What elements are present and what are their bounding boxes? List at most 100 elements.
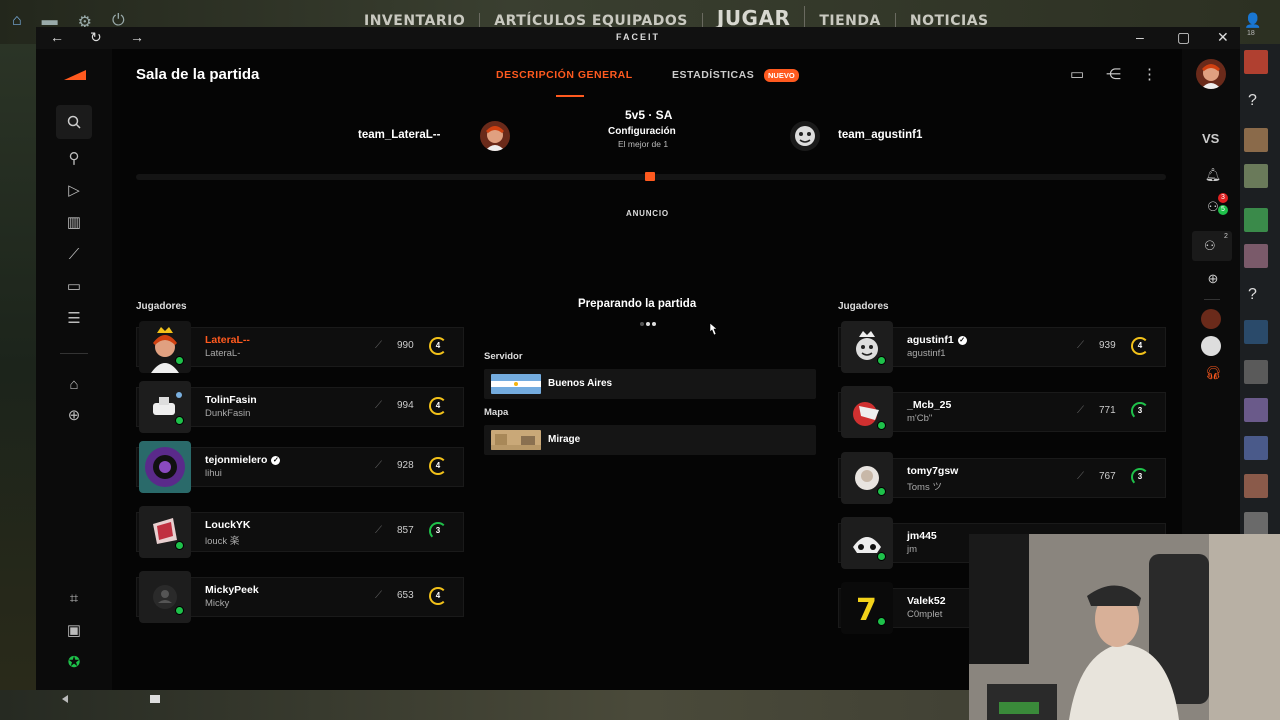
maximize-icon[interactable]: ▢ bbox=[1177, 29, 1190, 46]
headset-icon[interactable]: 🎧︎ bbox=[1204, 365, 1222, 381]
party-count-badge: 3 bbox=[1218, 193, 1228, 203]
faceit-logo-icon[interactable] bbox=[64, 69, 86, 81]
player-row[interactable]: _Mcb_25 m'Cb" ⟋ 771 3 bbox=[838, 386, 1166, 438]
player-row[interactable]: TolinFasin DunkFasin ⟋ 994 4 bbox=[136, 381, 464, 433]
player-row[interactable]: agustinf1 ✓ agustinf1 ⟋ 939 4 bbox=[838, 321, 1166, 373]
friend-avatar[interactable] bbox=[1244, 474, 1268, 498]
svg-text:7: 7 bbox=[856, 593, 877, 628]
player-avatar bbox=[841, 321, 893, 373]
friends-count: 2 bbox=[1224, 233, 1228, 240]
play-icon[interactable]: ▷ bbox=[64, 181, 84, 201]
team2-avatar[interactable] bbox=[790, 121, 820, 151]
vs-button[interactable]: VS bbox=[1202, 131, 1219, 146]
close-icon[interactable]: ✕ bbox=[1217, 29, 1229, 46]
user-avatar[interactable] bbox=[1196, 59, 1226, 89]
player-avatar bbox=[139, 381, 191, 433]
player-nickname: LouckYK bbox=[205, 519, 251, 531]
active-tab-indicator bbox=[556, 95, 584, 97]
back-arrow-icon[interactable]: ← bbox=[50, 29, 64, 45]
leaderboard-icon[interactable]: ▥ bbox=[64, 213, 84, 233]
skill-level-badge: 3 bbox=[1131, 402, 1149, 420]
online-status-dot bbox=[877, 617, 886, 626]
team1-avatar[interactable] bbox=[480, 121, 510, 151]
player-avatar bbox=[841, 517, 893, 569]
unknown-friend-icon[interactable]: ? bbox=[1248, 92, 1257, 110]
tab-statistics[interactable]: ESTADÍSTICAS bbox=[672, 69, 754, 81]
unknown-friend-icon[interactable]: ? bbox=[1248, 286, 1257, 304]
friend-avatar[interactable] bbox=[1244, 512, 1268, 536]
online-status-dot bbox=[175, 606, 184, 615]
player-row[interactable]: tomy7gsw Toms ツ ⟋ 767 3 bbox=[838, 452, 1166, 504]
match-format: 5v5 · SA bbox=[625, 108, 673, 122]
player-elo: 994 bbox=[397, 400, 414, 411]
clubs-icon[interactable]: ⌂ bbox=[64, 375, 84, 395]
premium-icon[interactable]: ✪ bbox=[64, 653, 84, 673]
find-players-icon[interactable]: ⚲ bbox=[64, 149, 84, 169]
player-row[interactable]: LateraL-- LateraL- ⟋ 990 4 bbox=[136, 321, 464, 373]
player-nickname: tomy7gsw bbox=[907, 465, 959, 477]
player-elo: 928 bbox=[397, 460, 414, 471]
store-icon[interactable]: ▣ bbox=[64, 621, 84, 641]
faceit-sidebar: ⚲ ▷ ▥ ⟋ ▭ ☰ ⌂ ⊕ ⌗ ▣ ✪ bbox=[36, 49, 112, 690]
skill-level-badge: 4 bbox=[429, 457, 447, 475]
elo-trend-icon: ⟋ bbox=[1077, 405, 1084, 416]
friend-avatar[interactable] bbox=[1244, 320, 1268, 344]
horizontal-scrollbar[interactable] bbox=[60, 694, 170, 704]
home-icon[interactable]: ⌂ bbox=[12, 12, 22, 32]
minimize-icon[interactable]: – bbox=[1136, 29, 1144, 45]
steam-friends-icon[interactable]: 👤 bbox=[1244, 12, 1261, 29]
friend-avatar[interactable] bbox=[1244, 208, 1268, 232]
tab-overview[interactable]: DESCRIPCIÓN GENERAL bbox=[496, 69, 633, 81]
server-label: Servidor bbox=[484, 351, 523, 362]
skill-level-badge: 4 bbox=[1131, 337, 1149, 355]
elo-trend-icon: ⟋ bbox=[375, 460, 382, 471]
new-badge: NUEVO bbox=[764, 69, 799, 82]
friend-avatar[interactable] bbox=[1244, 436, 1268, 460]
friend-avatar[interactable] bbox=[1244, 164, 1268, 188]
player-avatar bbox=[139, 506, 191, 558]
player-nickname: Valek52 bbox=[907, 595, 946, 607]
friend-avatar[interactable] bbox=[1244, 244, 1268, 268]
player-avatar bbox=[139, 571, 191, 623]
skill-level-badge: 4 bbox=[429, 397, 447, 415]
skill-level-badge: 4 bbox=[429, 337, 447, 355]
friends-icon: ⚇ bbox=[1204, 238, 1216, 253]
reload-icon[interactable]: ↻ bbox=[90, 29, 102, 46]
player-nickname: TolinFasin bbox=[205, 394, 257, 406]
forward-arrow-icon[interactable]: → bbox=[130, 29, 144, 45]
notifications-bell-icon[interactable]: 🔔︎ bbox=[1204, 167, 1222, 183]
party-member-avatar[interactable] bbox=[1201, 309, 1221, 329]
skill-level-badge: 3 bbox=[1131, 468, 1149, 486]
online-status-dot bbox=[877, 421, 886, 430]
match-progress-marker bbox=[645, 172, 655, 181]
video-icon[interactable]: ▭ bbox=[64, 277, 84, 297]
friends-button[interactable]: ⚇ 2 bbox=[1192, 231, 1232, 261]
screenshot-icon[interactable]: ⌗ bbox=[64, 589, 84, 609]
team2-name[interactable]: team_agustinf1 bbox=[838, 129, 922, 141]
player-row[interactable]: LouckYK louck 楽 ⟋ 857 3 bbox=[136, 506, 464, 558]
stats-icon[interactable]: ⟋ bbox=[64, 245, 84, 265]
friend-avatar[interactable] bbox=[1244, 398, 1268, 422]
elo-trend-icon: ⟋ bbox=[375, 590, 382, 601]
friend-avatar[interactable] bbox=[1244, 128, 1268, 152]
player-elo: 990 bbox=[397, 340, 414, 351]
online-status-dot bbox=[877, 356, 886, 365]
list-icon[interactable]: ☰ bbox=[64, 309, 84, 329]
player-row[interactable]: tejonmielero ✓ lihui ⟋ 928 4 bbox=[136, 441, 464, 493]
share-icon[interactable]: ⋲ bbox=[1106, 65, 1121, 83]
more-options-icon[interactable]: ⋮ bbox=[1142, 65, 1157, 83]
chat-icon[interactable]: ▭ bbox=[1070, 65, 1084, 83]
player-nickname: MickyPeek bbox=[205, 584, 259, 596]
friend-avatar[interactable] bbox=[1244, 50, 1268, 74]
player-row[interactable]: MickyPeek Micky ⟋ 653 4 bbox=[136, 571, 464, 623]
friend-avatar[interactable] bbox=[1244, 360, 1268, 384]
player-elo: 771 bbox=[1099, 405, 1116, 416]
add-icon[interactable]: ⊕ bbox=[64, 406, 84, 426]
player-name: agustinf1 bbox=[907, 348, 946, 359]
search-button[interactable] bbox=[56, 105, 92, 139]
add-friend-icon[interactable]: ⊕ bbox=[1204, 271, 1222, 287]
player-name: C0mplet bbox=[907, 609, 943, 620]
team1-name[interactable]: team_LateraL-- bbox=[358, 129, 440, 141]
party-member-avatar[interactable] bbox=[1201, 336, 1221, 356]
player-avatar bbox=[841, 386, 893, 438]
